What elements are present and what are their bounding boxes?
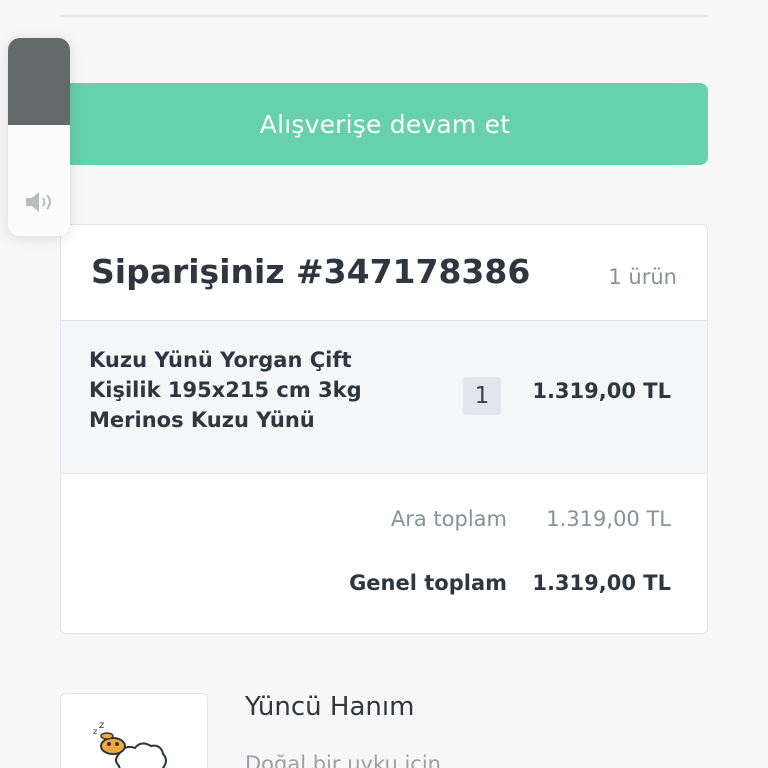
volume-level-fill [8,38,70,125]
svg-text:z: z [93,727,97,736]
line-item-price: 1.319,00 TL [532,379,671,403]
checkout-confirmation-page: Alışverişe devam et Siparişiniz #3471783… [0,0,768,768]
sheep-logo-icon: z z [93,720,167,768]
store-name: Yüncü Hanım [245,692,415,722]
subtotal-label: Ara toplam [390,507,507,531]
subtotal-value: 1.319,00 TL [546,507,671,531]
product-name: Kuzu Yünü Yorgan Çift Kişilik 195x215 cm… [89,348,362,432]
order-summary-card: Siparişiniz #347178386 1 ürün Kuzu Yünü … [60,224,708,634]
divider [60,15,708,17]
svg-text:z: z [99,720,104,731]
order-title: Siparişiniz #347178386 [91,252,531,291]
order-summary-header: Siparişiniz #347178386 1 ürün [61,225,707,321]
continue-shopping-button[interactable]: Alışverişe devam et [62,83,708,165]
speaker-icon [26,192,51,212]
quantity-badge: 1 [463,377,501,415]
order-line-item: Kuzu Yünü Yorgan Çift Kişilik 195x215 cm… [61,321,707,474]
grand-total-value: 1.319,00 TL [532,571,671,595]
item-count: 1 ürün [608,265,677,289]
volume-indicator[interactable] [8,38,70,236]
store-logo: z z [60,693,208,768]
store-description: Doğal bir uyku için [245,752,441,768]
grand-total-label: Genel toplam [349,571,507,595]
